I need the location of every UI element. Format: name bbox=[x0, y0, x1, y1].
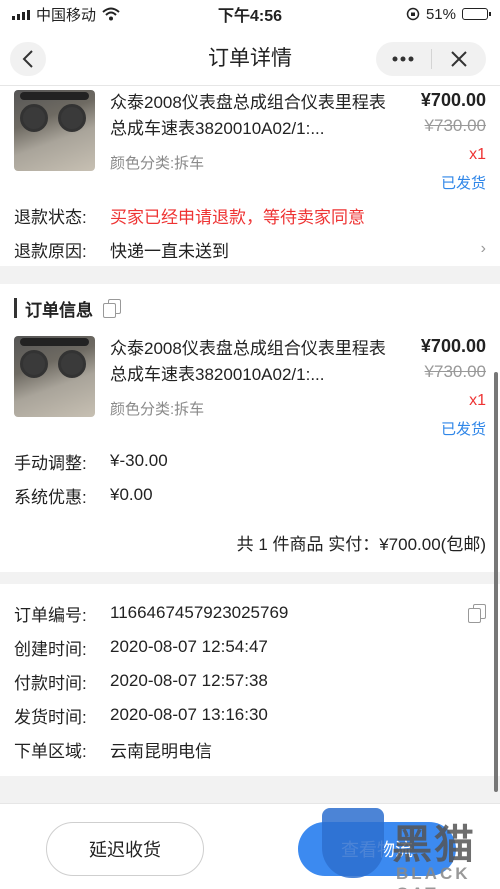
paid-time-label: 付款时间: bbox=[14, 673, 87, 693]
battery-percent: 51% bbox=[425, 5, 456, 23]
order-number-value: 1166467457923025769 bbox=[110, 603, 289, 622]
signal-icon bbox=[12, 8, 30, 20]
manual-adjust-row: 手动调整: ¥-30.00 bbox=[0, 444, 500, 478]
product-variant: 颜色分类:拆车 bbox=[110, 401, 205, 418]
chevron-left-icon bbox=[22, 50, 33, 68]
order-number-row: 订单编号: 1166467457923025769 bbox=[0, 596, 500, 630]
ship-status: 已发货 bbox=[440, 421, 486, 438]
section-title: 订单信息 bbox=[25, 300, 93, 320]
product-price: ¥700.00 bbox=[420, 336, 486, 356]
product-title: 众泰2008仪表盘总成组合仪表里程表总成车速表3820010A02/1:... bbox=[110, 339, 386, 384]
close-icon bbox=[451, 51, 467, 67]
bottom-action-bar: 延迟收货 查看物流 bbox=[0, 803, 500, 889]
manual-adjust-label: 手动调整: bbox=[14, 453, 87, 473]
system-discount-row: 系统优惠: ¥0.00 bbox=[0, 478, 500, 512]
clock: 下午4:56 bbox=[217, 8, 283, 25]
refund-reason-label: 退款原因: bbox=[14, 241, 87, 261]
status-bar: 中国移动 下午4:56 51% bbox=[0, 0, 500, 28]
order-info-card: 订单信息 众泰2008仪表盘总成组合仪表里程表总成车速表3820010A02/1… bbox=[0, 284, 500, 572]
order-number-label: 订单编号: bbox=[14, 605, 87, 625]
copy-icon[interactable] bbox=[103, 299, 121, 318]
paid-time-row: 付款时间: 2020-08-07 12:57:38 bbox=[0, 664, 500, 698]
product-quantity: x1 bbox=[469, 392, 486, 409]
refund-status-value: 买家已经申请退款，等待卖家同意 bbox=[110, 207, 365, 227]
order-detail-content[interactable]: 众泰2008仪表盘总成组合仪表里程表总成车速表3820010A02/1:... … bbox=[0, 86, 500, 803]
created-time-row: 创建时间: 2020-08-07 12:54:47 bbox=[0, 630, 500, 664]
carrier-label: 中国移动 bbox=[36, 6, 97, 24]
shipped-time-value: 2020-08-07 13:16:30 bbox=[110, 705, 268, 724]
status-right: 51% bbox=[318, 5, 491, 23]
order-region-label: 下单区域: bbox=[14, 741, 87, 761]
nav-bar: 订单详情 bbox=[0, 28, 500, 86]
refund-card: 众泰2008仪表盘总成组合仪表里程表总成车速表3820010A02/1:... … bbox=[0, 86, 500, 266]
created-time-value: 2020-08-07 12:54:47 bbox=[110, 637, 268, 656]
product-thumbnail bbox=[14, 90, 95, 171]
product-variant: 颜色分类:拆车 bbox=[110, 155, 205, 172]
system-discount-value: ¥0.00 bbox=[110, 485, 153, 504]
order-region-row: 下单区域: 云南昆明电信 bbox=[0, 732, 500, 766]
system-discount-label: 系统优惠: bbox=[14, 487, 87, 507]
more-button[interactable] bbox=[376, 42, 431, 76]
wifi-icon bbox=[102, 7, 120, 21]
product-original-price: ¥730.00 bbox=[424, 362, 486, 381]
shipped-time-row: 发货时间: 2020-08-07 13:16:30 bbox=[0, 698, 500, 732]
product-original-price: ¥730.00 bbox=[424, 116, 486, 135]
order-product-item[interactable]: 众泰2008仪表盘总成组合仪表里程表总成车速表3820010A02/1:... … bbox=[0, 332, 500, 444]
refund-reason-value: 快递一直未送到 bbox=[110, 241, 229, 261]
delay-receipt-button[interactable]: 延迟收货 bbox=[46, 822, 204, 876]
divider bbox=[0, 272, 500, 284]
order-region-value: 云南昆明电信 bbox=[110, 741, 212, 761]
section-marker bbox=[14, 298, 17, 318]
scrollbar[interactable] bbox=[494, 372, 498, 792]
order-info-heading: 订单信息 bbox=[0, 284, 500, 332]
close-button[interactable] bbox=[432, 42, 487, 76]
ship-status: 已发货 bbox=[440, 175, 486, 192]
refund-status-row: 退款状态: 买家已经申请退款，等待卖家同意 bbox=[0, 198, 500, 232]
product-title: 众泰2008仪表盘总成组合仪表里程表总成车速表3820010A02/1:... bbox=[110, 93, 386, 138]
back-button[interactable] bbox=[10, 42, 46, 76]
refund-status-label: 退款状态: bbox=[14, 207, 87, 227]
copy-icon[interactable] bbox=[468, 604, 486, 623]
battery-icon bbox=[462, 8, 491, 20]
product-thumbnail bbox=[14, 336, 95, 417]
orientation-lock-icon bbox=[406, 7, 420, 21]
mini-program-capsule bbox=[376, 42, 486, 76]
paid-time-value: 2020-08-07 12:57:38 bbox=[110, 671, 268, 690]
more-dots-icon bbox=[392, 56, 414, 62]
product-price: ¥700.00 bbox=[420, 90, 486, 110]
shipped-time-label: 发货时间: bbox=[14, 707, 87, 727]
status-left: 中国移动 bbox=[12, 4, 182, 25]
order-summary: 共 1 件商品 实付：¥700.00(包邮) bbox=[236, 534, 486, 554]
divider bbox=[0, 572, 500, 584]
product-quantity: x1 bbox=[469, 146, 486, 163]
created-time-label: 创建时间: bbox=[14, 639, 87, 659]
manual-adjust-value: ¥-30.00 bbox=[110, 451, 168, 470]
order-meta-card: 订单编号: 1166467457923025769 创建时间: 2020-08-… bbox=[0, 584, 500, 776]
refund-product-item[interactable]: 众泰2008仪表盘总成组合仪表里程表总成车速表3820010A02/1:... … bbox=[0, 86, 500, 198]
chevron-right-icon: › bbox=[480, 240, 486, 257]
view-logistics-button[interactable]: 查看物流 bbox=[298, 822, 456, 876]
refund-reason-row[interactable]: 退款原因: 快递一直未送到 › bbox=[0, 232, 500, 266]
